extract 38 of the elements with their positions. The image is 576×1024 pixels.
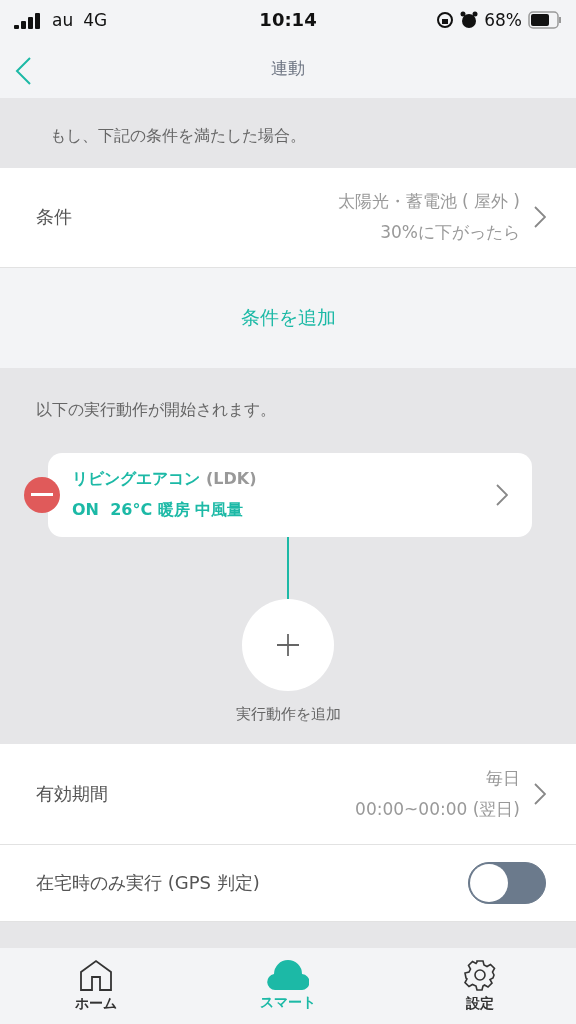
validity-label: 有効期間 — [36, 781, 109, 806]
page-title: 連動 — [271, 57, 305, 81]
connector-line — [287, 536, 289, 599]
minus-icon — [31, 493, 53, 497]
validity-value: 毎日 — [486, 766, 520, 790]
alarm-icon — [460, 10, 479, 29]
chevron-right-icon — [534, 782, 546, 805]
validity-value: 00:00~00:00 (翌日) — [355, 797, 520, 821]
condition-header: もし、下記の条件を満たした場合。 — [49, 124, 307, 147]
back-icon — [14, 55, 32, 86]
clock-text: 10:14 — [259, 9, 317, 31]
condition-value: 30%に下がったら — [380, 221, 520, 245]
settings-icon — [464, 959, 496, 992]
device-name: リビングエアコン — [72, 468, 200, 490]
plus-icon — [276, 632, 300, 657]
action-header: 以下の実行動作が開始されます。 — [35, 398, 277, 421]
action-detail: ON 26°C 暖房 中風量 — [72, 499, 245, 521]
network-text: 4G — [83, 9, 108, 30]
device-room: (LDK) — [206, 468, 257, 490]
condition-label: 条件 — [36, 205, 73, 230]
home-icon — [79, 959, 113, 992]
tab[interactable]: ホーム — [0, 948, 192, 1024]
add-action-label: 実行動作を追加 — [235, 704, 341, 724]
condition-row[interactable]: 条件 太陽光・蓄電池 ( 屋外 ) 30%に下がったら — [0, 167, 576, 269]
chevron-right-icon — [534, 206, 546, 229]
carrier-text: au — [52, 9, 74, 30]
tab[interactable]: 設定 — [384, 948, 576, 1024]
gps-label: 在宅時のみ実行 (GPS 判定) — [36, 870, 261, 895]
chevron-right-icon — [496, 483, 508, 506]
remove-button[interactable] — [24, 476, 60, 513]
battery-text: 68% — [484, 9, 522, 30]
validity-row[interactable]: 有効期間 毎日 00:00~00:00 (翌日) — [0, 743, 576, 845]
gps-toggle[interactable] — [468, 861, 546, 904]
condition-value: 太陽光・蓄電池 ( 屋外 ) — [337, 190, 520, 214]
rotation-lock-icon — [436, 10, 455, 29]
cloud-icon — [267, 960, 309, 991]
signal-icon — [14, 10, 42, 29]
battery-icon — [528, 10, 562, 29]
